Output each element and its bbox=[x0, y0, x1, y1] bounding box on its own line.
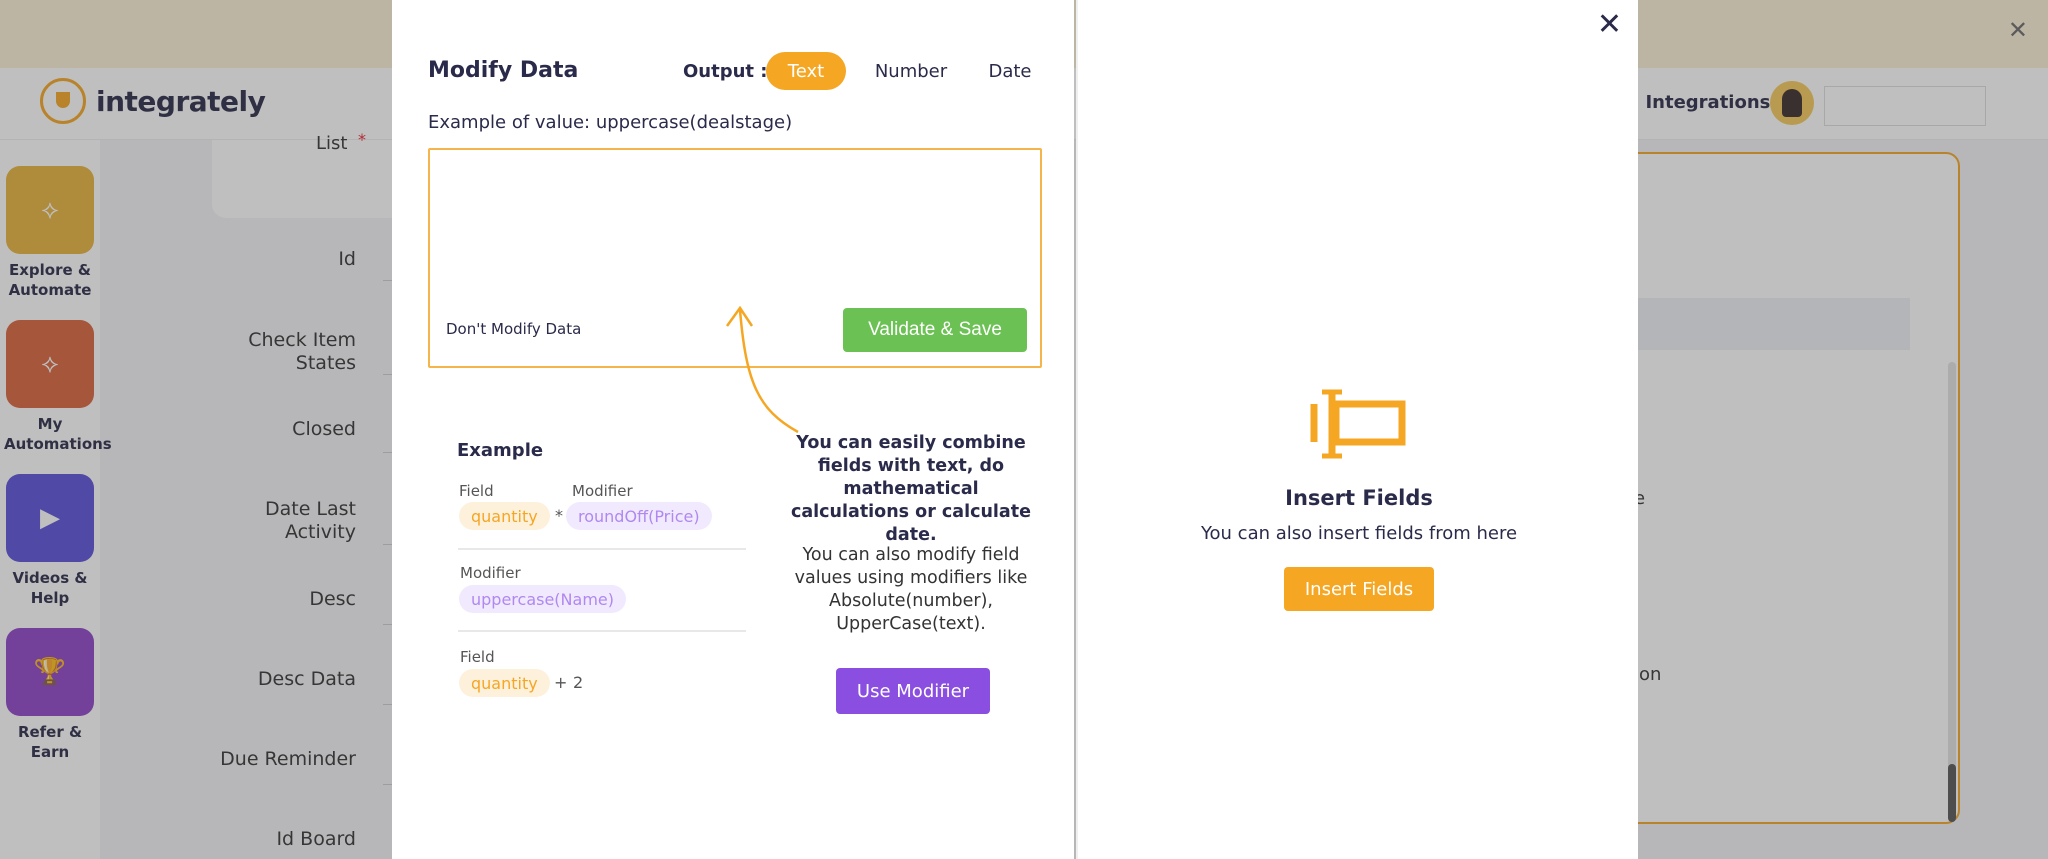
insert-field-icon bbox=[1310, 389, 1406, 459]
operator: * bbox=[555, 506, 563, 525]
field-caption: Field bbox=[459, 482, 494, 500]
use-modifier-button[interactable]: Use Modifier bbox=[836, 668, 990, 714]
insert-fields-panel: ✕ Insert Fields You can also insert fiel… bbox=[1076, 0, 1638, 859]
example-title: Example bbox=[457, 440, 544, 461]
example-hint: Example of value: uppercase(dealstage) bbox=[428, 112, 793, 133]
close-icon[interactable]: ✕ bbox=[1597, 10, 1622, 40]
field-chip: quantity bbox=[459, 502, 550, 530]
dont-modify-link[interactable]: Don't Modify Data bbox=[446, 320, 581, 338]
modifier-chip: uppercase(Name) bbox=[459, 585, 626, 613]
modify-data-panel: Modify Data Output : Text Number Date Ex… bbox=[392, 0, 1074, 859]
modifier-caption: Modifier bbox=[572, 482, 633, 500]
output-label: Output : bbox=[683, 61, 768, 82]
output-tab-number[interactable]: Number bbox=[856, 52, 966, 90]
operator: + bbox=[554, 673, 568, 692]
field-caption: Field bbox=[460, 648, 495, 666]
validate-save-button[interactable]: Validate & Save bbox=[843, 308, 1027, 352]
modifier-chip: roundOff(Price) bbox=[566, 502, 712, 530]
insert-fields-title: Insert Fields bbox=[1285, 486, 1433, 510]
output-tab-text[interactable]: Text bbox=[766, 52, 846, 90]
tip-text: You can also modify field values using m… bbox=[794, 545, 1028, 634]
field-chip: quantity bbox=[459, 669, 550, 697]
tip-heading: You can easily combine fields with text,… bbox=[791, 433, 1031, 545]
divider bbox=[458, 548, 746, 550]
modifier-caption: Modifier bbox=[460, 564, 521, 582]
divider bbox=[458, 630, 746, 632]
modal-title: Modify Data bbox=[428, 58, 579, 83]
output-tab-date[interactable]: Date bbox=[970, 52, 1050, 90]
insert-fields-subtitle: You can also insert fields from here bbox=[1200, 523, 1518, 544]
curved-arrow-icon bbox=[725, 305, 799, 434]
value: 2 bbox=[573, 673, 584, 692]
insert-fields-button[interactable]: Insert Fields bbox=[1284, 567, 1434, 611]
